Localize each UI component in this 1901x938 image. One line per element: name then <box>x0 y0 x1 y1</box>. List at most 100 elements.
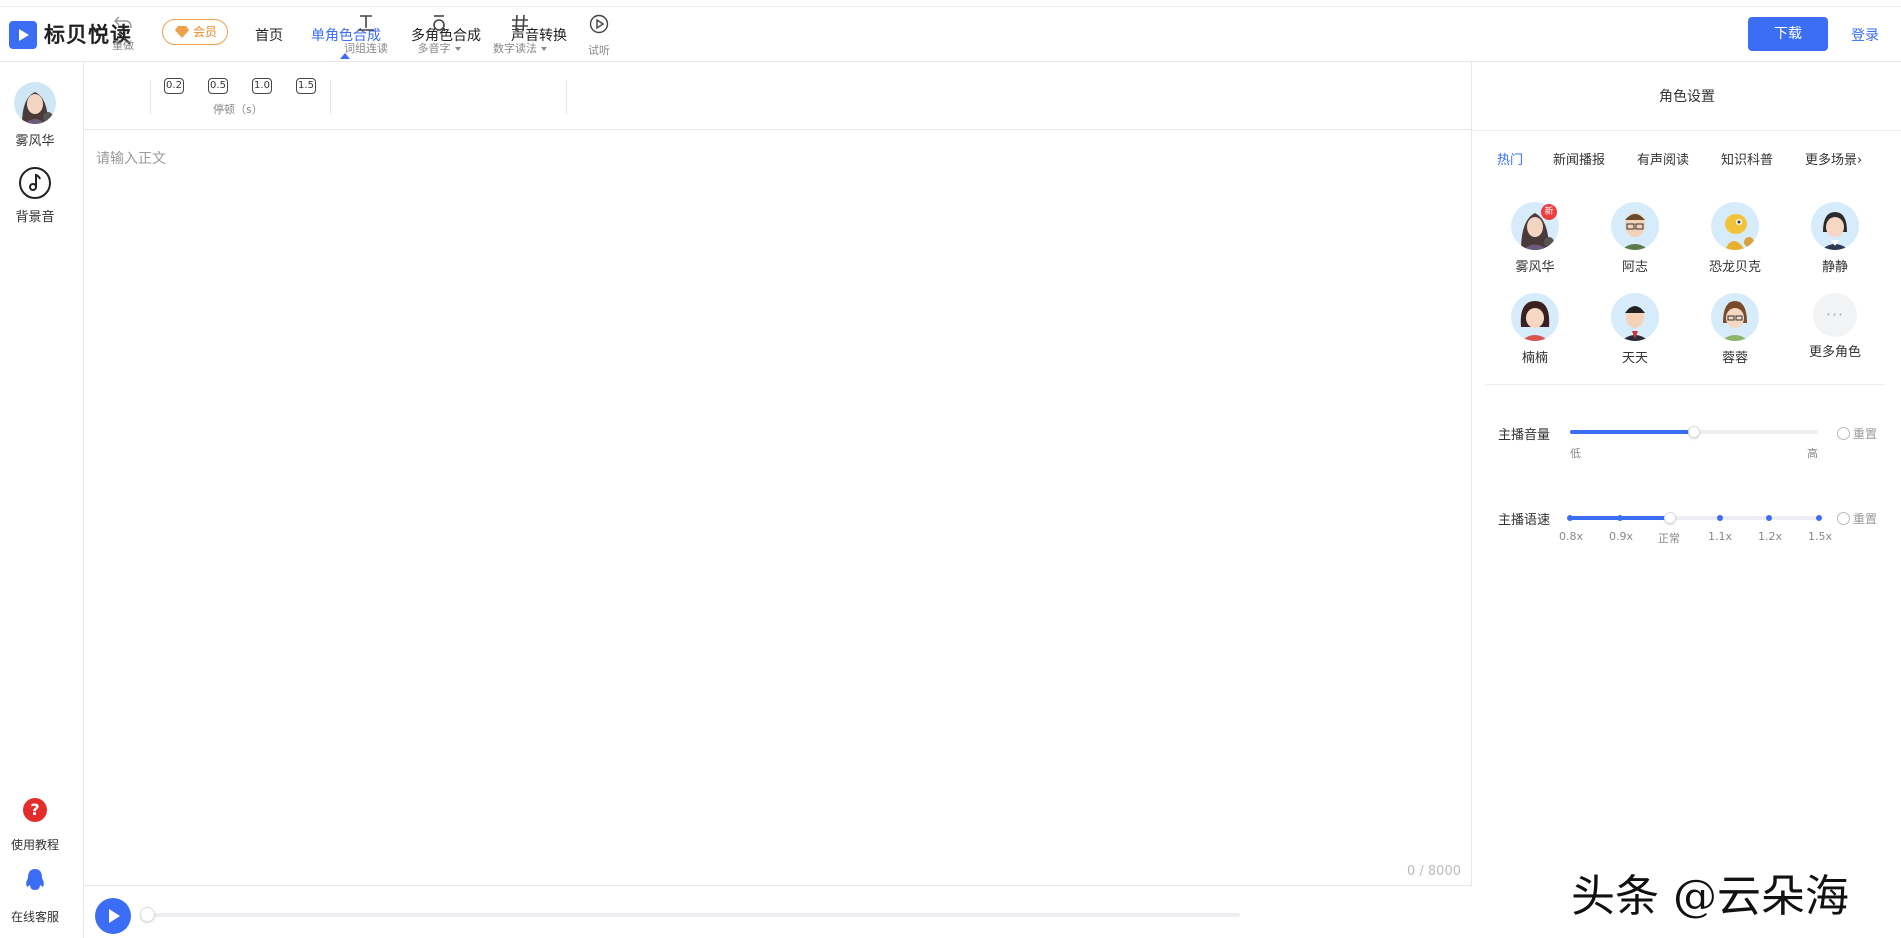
toolbar-divider <box>330 80 331 114</box>
role-name: 雾风华 <box>1515 260 1555 275</box>
pause-1.0-button[interactable]: 1.0 <box>252 78 272 94</box>
role-wufenghua[interactable]: 雾风华 <box>1495 202 1575 275</box>
tab-science[interactable]: 知识科普 <box>1721 149 1773 168</box>
tab-more-scenes: 更多场景› <box>1805 149 1862 168</box>
speed-mark: 0.9x <box>1609 530 1634 543</box>
vip-badge[interactable]: 会员 <box>162 19 228 45</box>
speed-slider-track[interactable] <box>1570 516 1818 520</box>
help-icon[interactable]: ? <box>23 798 47 822</box>
dropdown-arrow-icon <box>541 47 547 51</box>
volume-reset-button[interactable]: 重置 <box>1837 425 1877 442</box>
dropdown-arrow-icon <box>454 47 461 51</box>
left-sidebar: 雾风华 背景音 ? 使用教程 在线客服 <box>0 62 84 938</box>
volume-slider-fill <box>1570 430 1694 434</box>
tab-audiobook[interactable]: 有声阅读 <box>1637 149 1689 168</box>
panel-divider <box>1472 130 1901 131</box>
more-dots-icon: ··· <box>1813 293 1857 337</box>
speed-mark: 0.8x <box>1559 530 1584 543</box>
diamond-icon <box>175 26 189 38</box>
bgm-label[interactable]: 背景音 <box>0 206 70 225</box>
role-rongrong[interactable]: 蓉蓉 <box>1695 293 1775 366</box>
toolbar-divider <box>566 80 567 114</box>
qq-penguin-icon[interactable] <box>24 868 46 896</box>
play-button[interactable] <box>95 898 131 934</box>
speed-mark: 1.1x <box>1708 530 1733 543</box>
role-name: 静静 <box>1821 260 1848 275</box>
toolbar-divider <box>150 80 151 114</box>
more-roles-button[interactable]: ··· 更多角色 <box>1795 293 1875 360</box>
role-avatar <box>1811 202 1859 250</box>
number-reading-dropdown[interactable]: 数字读法 <box>489 14 551 56</box>
pause-0.2-button[interactable]: 0.2 <box>164 78 184 94</box>
support-label[interactable]: 在线客服 <box>0 908 70 925</box>
new-badge: 新 <box>1541 204 1557 220</box>
speed-tick[interactable] <box>1766 515 1772 521</box>
login-link[interactable]: 登录 <box>1851 25 1879 45</box>
role-avatar <box>1511 293 1559 341</box>
speed-tick[interactable] <box>1717 515 1723 521</box>
speed-slider-handle[interactable] <box>1664 512 1676 524</box>
vip-label: 会员 <box>193 25 218 39</box>
polyphone-label: 多音字 <box>417 42 451 55</box>
playback-progress-track[interactable] <box>145 913 1240 917</box>
volume-low-label: 低 <box>1570 447 1581 460</box>
playback-progress-handle[interactable] <box>140 907 155 922</box>
role-dino-beike[interactable]: 恐龙贝克 <box>1695 202 1775 275</box>
speed-label: 主播语速 <box>1498 513 1551 528</box>
panel-title: 角色设置 <box>1659 89 1715 105</box>
polyphone-dropdown[interactable]: 多音字 <box>413 14 465 56</box>
pause-1.5-button[interactable]: 1.5 <box>296 78 316 94</box>
role-name: 更多角色 <box>1808 345 1861 360</box>
role-name: 阿志 <box>1621 260 1648 275</box>
top-nav: 标贝悦读 会员 首页 单角色合成 多角色合成 声音转换 下载 登录 <box>0 6 1901 62</box>
preview-label: 试听 <box>588 44 610 57</box>
voice-name[interactable]: 雾风华 <box>0 130 70 149</box>
speed-tick[interactable] <box>1567 515 1573 521</box>
voice-settings-panel: 角色设置 热门 新闻播报 有声阅读 知识科普 更多场景› <box>1471 62 1901 886</box>
logo-icon[interactable] <box>9 21 37 49</box>
phrase-label: 词组连读 <box>344 42 388 55</box>
pause-0.5-button[interactable]: 0.5 <box>208 78 228 94</box>
text-editor[interactable]: 请输入正文 0 / 8000 <box>84 130 1471 886</box>
role-azhi[interactable]: 阿志 <box>1595 202 1675 275</box>
chevron-right-icon: › <box>1857 153 1863 168</box>
role-name: 蓉蓉 <box>1721 351 1748 366</box>
polyphone-icon <box>433 15 446 32</box>
download-button[interactable]: 下载 <box>1748 17 1828 51</box>
watermark: 头条 @云朵海 <box>1571 871 1849 922</box>
pause-label: 停顿（s） <box>213 103 263 116</box>
more-scenes-label[interactable]: 更多场景 <box>1805 153 1857 168</box>
phrase-button[interactable]: 词组连读 <box>342 14 390 56</box>
role-avatar <box>1611 202 1659 250</box>
role-name: 天天 <box>1621 351 1648 366</box>
role-avatar <box>1711 293 1759 341</box>
char-counter: 0 / 8000 <box>1407 864 1461 879</box>
editor-placeholder: 请输入正文 <box>96 151 166 167</box>
role-tiantian[interactable]: 天天 <box>1595 293 1675 366</box>
tab-news[interactable]: 新闻播报 <box>1553 149 1605 168</box>
role-name: 恐龙贝克 <box>1708 260 1761 275</box>
music-note-icon[interactable] <box>18 166 52 204</box>
speed-mark: 1.5x <box>1808 530 1833 543</box>
undo-arrow-icon <box>113 16 132 29</box>
nav-home[interactable]: 首页 <box>255 25 283 45</box>
tab-hot[interactable]: 热门 <box>1497 149 1523 168</box>
role-nannan[interactable]: 楠楠 <box>1495 293 1575 366</box>
preview-button[interactable]: 试听 <box>584 14 614 58</box>
number-label: 数字读法 <box>493 42 537 55</box>
role-avatar <box>1611 293 1659 341</box>
redo-button[interactable]: 重做 <box>110 14 136 53</box>
speed-reset-button[interactable]: 重置 <box>1837 510 1877 527</box>
role-jingjing[interactable]: 静静 <box>1795 202 1875 275</box>
tutorial-label[interactable]: 使用教程 <box>0 836 70 853</box>
role-avatar <box>1711 202 1759 250</box>
voice-avatar[interactable] <box>14 82 56 124</box>
speed-tick[interactable] <box>1816 515 1822 521</box>
redo-label: 重做 <box>112 39 134 52</box>
volume-slider-handle[interactable] <box>1688 426 1700 438</box>
text-cursor-icon <box>358 15 374 31</box>
speed-tick[interactable] <box>1617 515 1623 521</box>
editor-toolbar <box>84 62 1471 130</box>
section-divider <box>1485 384 1885 385</box>
hash-icon <box>512 14 528 32</box>
